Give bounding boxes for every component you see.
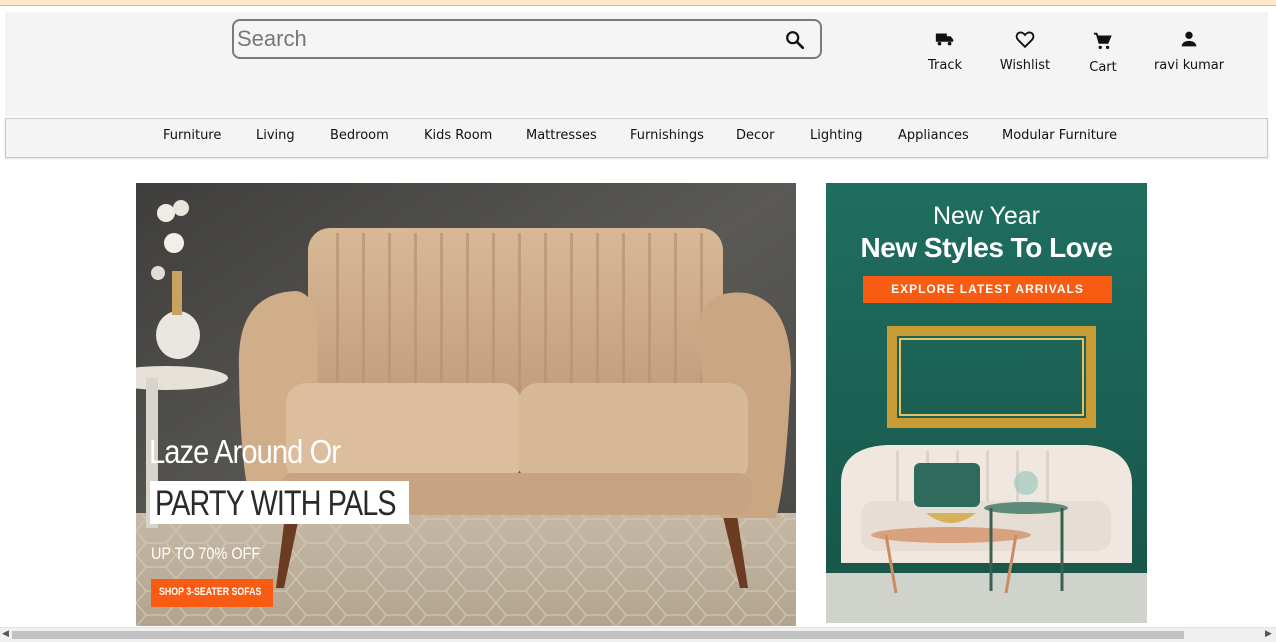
shop-sofas-button[interactable]: SHOP 3-SEATER SOFAS bbox=[151, 579, 273, 607]
cart-label: Cart bbox=[1089, 60, 1117, 75]
explore-arrivals-label: EXPLORE LATEST ARRIVALS bbox=[891, 282, 1084, 296]
user-icon bbox=[1181, 31, 1197, 47]
banner-headline-line2: PARTY WITH PALS bbox=[150, 481, 409, 524]
nav-item-bedroom[interactable]: Bedroom bbox=[330, 128, 389, 143]
track-button[interactable]: Track bbox=[920, 28, 970, 73]
cart-button[interactable]: Cart bbox=[1083, 30, 1123, 75]
nav-item-furnishings[interactable]: Furnishings bbox=[630, 128, 704, 143]
category-nav: Furniture Living Bedroom Kids Room Mattr… bbox=[5, 118, 1268, 158]
account-label: ravi kumar bbox=[1153, 58, 1225, 73]
nav-item-living[interactable]: Living bbox=[256, 128, 295, 143]
nav-item-modular-furniture[interactable]: Modular Furniture bbox=[1002, 128, 1117, 143]
side-banner-line1: New Year bbox=[932, 202, 1041, 230]
nav-item-lighting[interactable]: Lighting bbox=[810, 128, 863, 143]
horizontal-scrollbar[interactable]: ◀ ▶ bbox=[0, 627, 1276, 642]
scrollbar-thumb[interactable] bbox=[12, 631, 1184, 639]
top-strip bbox=[0, 0, 1276, 6]
heart-icon bbox=[1015, 31, 1035, 49]
truck-icon bbox=[935, 33, 954, 46]
search-box bbox=[232, 19, 822, 59]
explore-arrivals-button[interactable]: EXPLORE LATEST ARRIVALS bbox=[863, 276, 1112, 303]
site-header: Track Wishlist Cart ravi kumar bbox=[5, 12, 1268, 116]
wishlist-label: Wishlist bbox=[999, 58, 1051, 73]
banner-offer-text: UP TO 70% OFF bbox=[151, 544, 261, 563]
sofa-promo-banner[interactable]: Laze Around Or PARTY WITH PALS UP TO 70%… bbox=[136, 183, 796, 626]
account-button[interactable]: ravi kumar bbox=[1150, 28, 1228, 73]
shop-sofas-label: SHOP 3-SEATER SOFAS bbox=[159, 586, 262, 598]
nav-item-kids-room[interactable]: Kids Room bbox=[424, 128, 492, 143]
search-icon[interactable] bbox=[784, 29, 806, 51]
nav-item-decor[interactable]: Decor bbox=[736, 128, 774, 143]
nav-item-appliances[interactable]: Appliances bbox=[898, 128, 969, 143]
new-arrivals-banner[interactable]: New Year New Styles To Love EXPLORE LATE… bbox=[826, 183, 1147, 623]
banner-headline-line2-text: PARTY WITH PALS bbox=[155, 484, 397, 523]
cart-icon bbox=[1093, 32, 1112, 50]
nav-item-furniture[interactable]: Furniture bbox=[163, 128, 221, 143]
side-banner-line2: New Styles To Love bbox=[860, 232, 1113, 263]
track-label: Track bbox=[927, 58, 963, 73]
scroll-left-arrow-icon[interactable]: ◀ bbox=[2, 629, 9, 639]
banner-headline-line1: Laze Around Or bbox=[149, 433, 341, 470]
wishlist-button[interactable]: Wishlist bbox=[995, 28, 1055, 73]
search-input[interactable] bbox=[237, 23, 767, 55]
nav-item-mattresses[interactable]: Mattresses bbox=[526, 128, 597, 143]
scroll-right-arrow-icon[interactable]: ▶ bbox=[1265, 629, 1272, 639]
